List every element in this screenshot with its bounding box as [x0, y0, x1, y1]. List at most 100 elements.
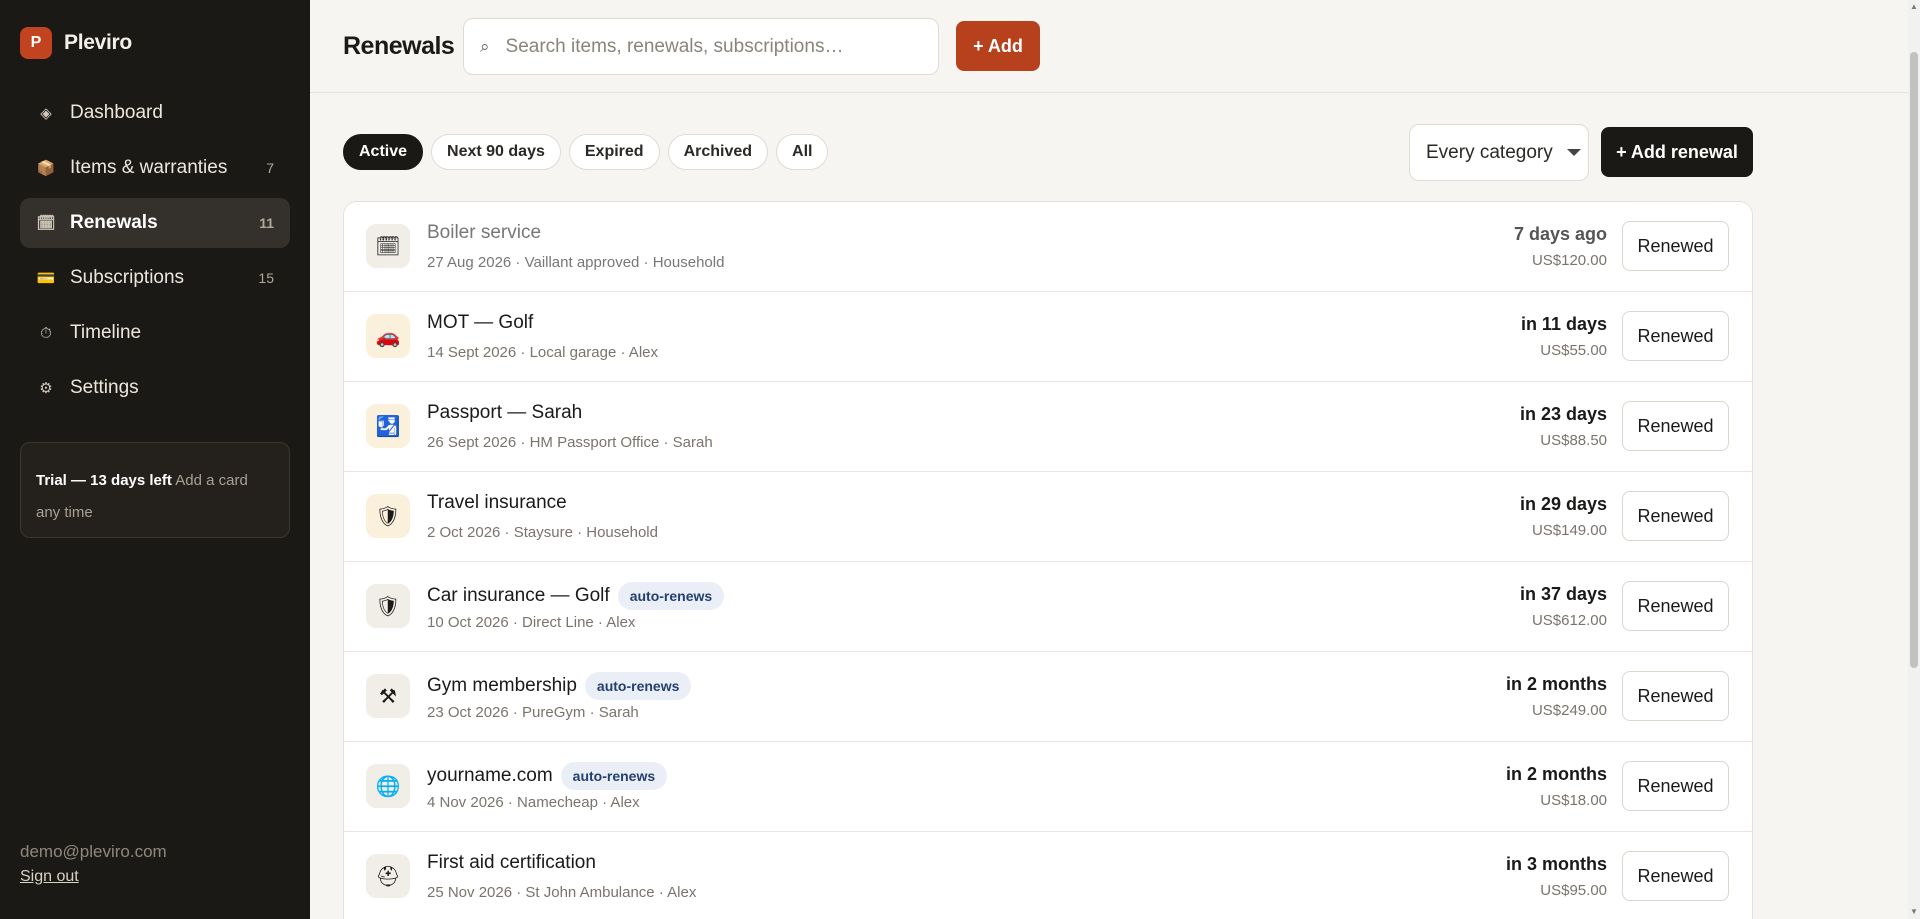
row-meta: 27 Aug 2026 · Vaillant approved · Househ…	[427, 254, 725, 271]
sidebar-item-count: 15	[258, 270, 274, 286]
row-title[interactable]: Travel insurance	[427, 492, 567, 514]
renewals-list: 🗓 Boiler service 27 Aug 2026 · Vaillant ap…	[343, 201, 1753, 919]
row-title[interactable]: Passport — Sarah	[427, 402, 582, 424]
auto-renews-badge: auto-renews	[617, 582, 725, 610]
row-due: in 37 days	[1519, 584, 1607, 604]
sidebar-item-subscriptions[interactable]: 💳 Subscriptions 15	[20, 253, 290, 303]
row-title[interactable]: Boiler service	[427, 222, 541, 244]
row-title-line: Gym membership auto-renews	[427, 672, 692, 700]
sidebar-item-renewals[interactable]: 🗓 Renewals 11	[20, 198, 290, 248]
row-price: US$612.00	[1531, 612, 1607, 629]
row-price: US$120.00	[1531, 252, 1607, 269]
row-meta: 26 Sept 2026 · HM Passport Office · Sara…	[427, 434, 713, 451]
renewed-button[interactable]: Renewed	[1622, 761, 1729, 811]
search-input[interactable]	[505, 35, 926, 58]
sidebar-item-items-warranties[interactable]: 📦 Items & warranties 7	[20, 143, 290, 193]
row-meta: 25 Nov 2026 · St John Ambulance · Alex	[427, 884, 697, 901]
renewed-button[interactable]: Renewed	[1622, 401, 1729, 451]
filter-pill-next-90-days[interactable]: Next 90 days	[431, 134, 561, 170]
sidebar-item-label: Timeline	[70, 322, 142, 343]
sidebar-item-label: Renewals	[70, 212, 158, 233]
scrollbar[interactable]: ▲ ▼	[1908, 0, 1920, 919]
renewed-button[interactable]: Renewed	[1622, 671, 1729, 721]
sidebar-item-label: Dashboard	[70, 102, 163, 123]
sidebar-item-count: 7	[266, 160, 274, 176]
search-icon: ⌕	[480, 36, 490, 56]
table-row[interactable]: 🗓 Boiler service 27 Aug 2026 · Vaillant ap…	[344, 202, 1752, 292]
row-title[interactable]: Gym membership	[427, 675, 577, 697]
brand[interactable]: P Pleviro	[20, 27, 132, 59]
row-title[interactable]: MOT — Golf	[427, 312, 533, 334]
row-title[interactable]: yourname.com	[427, 765, 553, 787]
scroll-down-icon[interactable]: ▼	[1908, 905, 1920, 919]
row-price: US$149.00	[1531, 522, 1607, 539]
row-title-line: MOT — Golf	[427, 312, 533, 334]
kit-icon: ⛑	[366, 854, 410, 898]
table-row[interactable]: 🛡 Car insurance — Golf auto-renews 10 Oct 2…	[344, 562, 1752, 652]
row-title[interactable]: Car insurance — Golf	[427, 585, 610, 607]
row-title[interactable]: First aid certification	[427, 852, 596, 874]
auto-renews-badge: auto-renews	[584, 672, 692, 700]
sidebar-item-dashboard[interactable]: ◈ Dashboard	[20, 88, 290, 138]
filter-pill-all[interactable]: All	[776, 134, 829, 170]
renewed-button[interactable]: Renewed	[1622, 491, 1729, 541]
row-meta: 2 Oct 2026 · Staysure · Household	[427, 524, 658, 541]
filter-pill-active[interactable]: Active	[343, 134, 424, 170]
row-due: in 29 days	[1519, 494, 1607, 514]
shield-icon: 🛡	[366, 494, 410, 538]
table-row[interactable]: 🛡 Travel insurance 2 Oct 2026 · Staysure ·…	[344, 472, 1752, 562]
scroll-up-icon[interactable]: ▲	[1908, 0, 1920, 14]
row-due: in 3 months	[1505, 854, 1607, 874]
table-row[interactable]: ⚒ Gym membership auto-renews 23 Oct 2026 · …	[344, 652, 1752, 742]
row-meta: 4 Nov 2026 · Namecheap · Alex	[427, 794, 640, 811]
table-row[interactable]: 🚗 MOT — Golf 14 Sept 2026 · Local garage ·…	[344, 292, 1752, 382]
row-title-line: Passport — Sarah	[427, 402, 582, 424]
category-select[interactable]: Every category	[1409, 124, 1589, 181]
card-icon: 💳	[36, 270, 56, 287]
row-due: 7 days ago	[1513, 224, 1607, 244]
brand-logo-icon: P	[20, 27, 52, 59]
table-row[interactable]: 🛂 Passport — Sarah 26 Sept 2026 · HM Passp…	[344, 382, 1752, 472]
renewed-button[interactable]: Renewed	[1622, 311, 1729, 361]
renewed-button[interactable]: Renewed	[1622, 221, 1729, 271]
sidebar-nav: ◈ Dashboard 📦 Items & warranties 7 🗓 Renewals 1…	[20, 88, 290, 418]
renewed-button[interactable]: Renewed	[1622, 581, 1729, 631]
table-row[interactable]: 🌐 yourname.com auto-renews 4 Nov 2026 · Nam…	[344, 742, 1752, 832]
calendar-icon: 🗓	[36, 215, 56, 232]
sidebar-item-timeline[interactable]: ⏱ Timeline	[20, 308, 290, 358]
sidebar-item-count: 11	[259, 215, 274, 231]
renewed-button[interactable]: Renewed	[1622, 851, 1729, 901]
table-row[interactable]: ⛑ First aid certification 25 Nov 2026 · St…	[344, 832, 1752, 919]
chevron-down-icon	[1566, 149, 1581, 156]
sign-out-link[interactable]: Sign out	[20, 868, 167, 886]
sidebar-item-settings[interactable]: ⚙ Settings	[20, 363, 290, 413]
row-title-line: Travel insurance	[427, 492, 567, 514]
sidebar-item-label: Items & warranties	[70, 157, 228, 178]
row-due: in 2 months	[1505, 674, 1607, 694]
filter-pill-archived[interactable]: Archived	[667, 134, 769, 170]
box-icon: 📦	[36, 160, 56, 177]
brand-name: Pleviro	[64, 31, 132, 54]
sidebar-item-label: Subscriptions	[70, 267, 185, 288]
row-due: in 2 months	[1505, 764, 1607, 784]
add-button[interactable]: + Add	[956, 21, 1040, 71]
row-title-line: First aid certification	[427, 852, 596, 874]
row-due: in 23 days	[1519, 404, 1607, 424]
category-select-value: Every category	[1426, 141, 1553, 163]
auto-renews-badge: auto-renews	[560, 762, 668, 790]
scroll-thumb[interactable]	[1910, 52, 1918, 668]
gear-icon: ⚙	[39, 380, 53, 397]
row-price: US$18.00	[1540, 792, 1607, 809]
filter-pill-expired[interactable]: Expired	[568, 134, 660, 170]
row-title-line: Car insurance — Golf auto-renews	[427, 582, 725, 610]
filter-pills: Active Next 90 days Expired Archived All	[343, 134, 829, 170]
calendar-icon: 🗓	[366, 224, 410, 268]
trial-banner: Trial — 13 days left Add a card any time	[20, 442, 290, 538]
add-renewal-button[interactable]: + Add renewal	[1601, 127, 1753, 177]
account-email: demo@pleviro.com	[20, 842, 167, 861]
row-meta: 10 Oct 2026 · Direct Line · Alex	[427, 614, 636, 631]
search-box[interactable]: ⌕	[463, 18, 939, 75]
row-price: US$55.00	[1540, 342, 1607, 359]
row-price: US$95.00	[1540, 882, 1607, 899]
row-price: US$88.50	[1540, 432, 1607, 449]
